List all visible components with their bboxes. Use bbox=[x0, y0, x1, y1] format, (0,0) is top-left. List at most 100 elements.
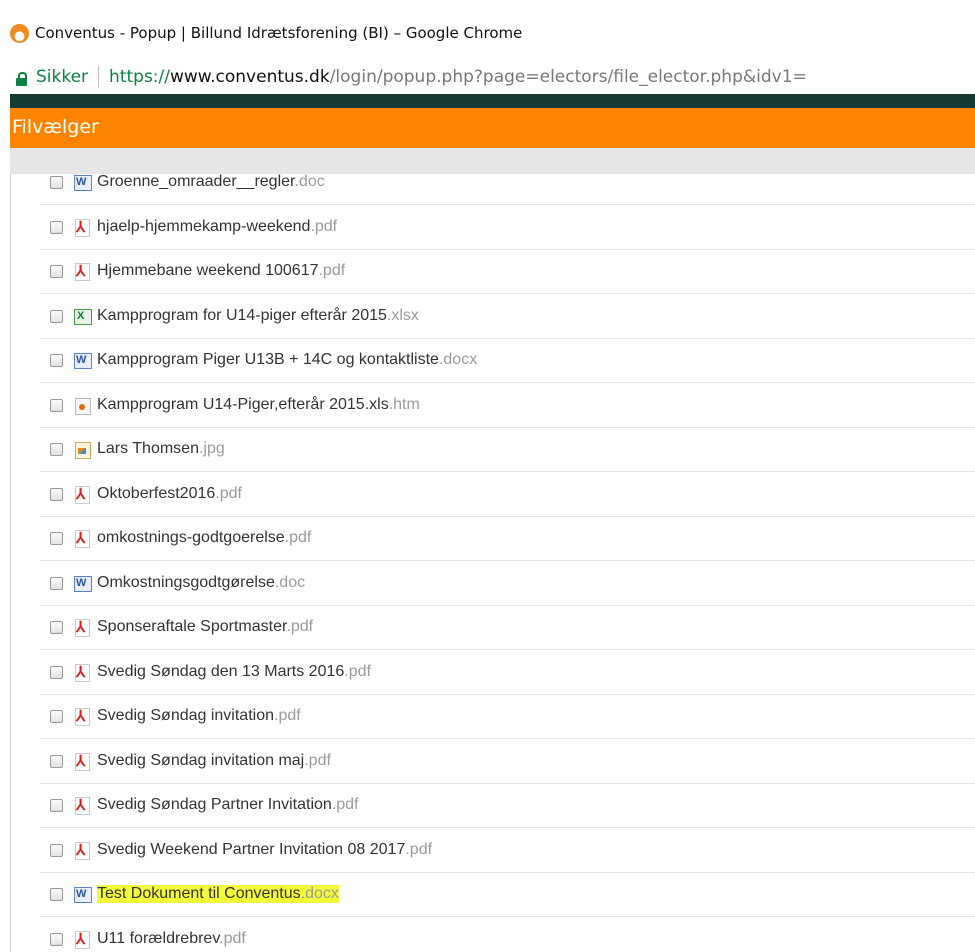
file-name[interactable]: Kampprogram for U14-piger efterår 2015 bbox=[97, 307, 387, 324]
file-label[interactable]: Lars Thomsen.jpg bbox=[97, 440, 225, 458]
file-label[interactable]: Kampprogram Piger U13B + 14C og kontaktl… bbox=[97, 351, 477, 369]
file-extension[interactable]: .doc bbox=[294, 174, 324, 190]
file-extension[interactable]: .pdf bbox=[405, 841, 432, 858]
file-checkbox[interactable] bbox=[50, 487, 63, 501]
file-label[interactable]: Groenne_omraader__regler.doc bbox=[97, 174, 325, 191]
file-row[interactable]: Svedig Søndag invitation maj.pdf bbox=[40, 739, 975, 784]
file-label[interactable]: Svedig Søndag den 13 Marts 2016.pdf bbox=[97, 663, 371, 681]
file-checkbox[interactable] bbox=[50, 353, 63, 367]
file-row[interactable]: Oktoberfest2016.pdf bbox=[40, 472, 975, 517]
file-label[interactable]: omkostnings-godtgoerelse.pdf bbox=[97, 529, 311, 547]
file-checkbox[interactable] bbox=[50, 175, 63, 189]
file-row[interactable]: Kampprogram for U14-piger efterår 2015.x… bbox=[40, 294, 975, 339]
file-extension[interactable]: .pdf bbox=[215, 485, 242, 502]
file-checkbox[interactable] bbox=[50, 843, 63, 857]
file-label[interactable]: Svedig Weekend Partner Invitation 08 201… bbox=[97, 841, 432, 859]
file-name[interactable]: hjaelp-hjemmekamp-weekend bbox=[97, 218, 310, 235]
file-checkbox[interactable] bbox=[50, 264, 63, 278]
file-name[interactable]: Lars Thomsen bbox=[97, 440, 199, 457]
file-list[interactable]: Groenne_omraader__regler.dochjaelp-hjemm… bbox=[10, 174, 975, 952]
file-checkbox[interactable] bbox=[50, 620, 63, 634]
conventus-logo-icon bbox=[10, 23, 29, 43]
file-name[interactable]: Oktoberfest2016 bbox=[97, 485, 215, 502]
file-extension[interactable]: .pdf bbox=[304, 752, 331, 769]
file-extension[interactable]: .pdf bbox=[286, 618, 313, 635]
file-checkbox[interactable] bbox=[50, 709, 63, 723]
file-name[interactable]: Svedig Søndag Partner Invitation bbox=[97, 796, 332, 813]
file-name[interactable]: Svedig Søndag den 13 Marts 2016 bbox=[97, 663, 344, 680]
file-name[interactable]: Svedig Weekend Partner Invitation 08 201… bbox=[97, 841, 405, 858]
file-name[interactable]: U11 forældrebrev bbox=[97, 930, 219, 947]
file-row[interactable]: Svedig Weekend Partner Invitation 08 201… bbox=[40, 828, 975, 873]
file-row[interactable]: Svedig Søndag Partner Invitation.pdf bbox=[40, 783, 975, 828]
file-checkbox[interactable] bbox=[50, 798, 63, 812]
file-extension[interactable]: .jpg bbox=[199, 440, 225, 457]
file-checkbox[interactable] bbox=[50, 576, 63, 590]
file-label[interactable]: Svedig Søndag invitation maj.pdf bbox=[97, 752, 331, 770]
file-extension[interactable]: .doc bbox=[275, 574, 305, 591]
file-name[interactable]: Svedig Søndag invitation bbox=[97, 707, 274, 724]
file-label[interactable]: Kampprogram for U14-piger efterår 2015.x… bbox=[97, 307, 419, 325]
file-extension[interactable]: .xlsx bbox=[387, 307, 419, 324]
file-name[interactable]: Kampprogram U14-Piger,efterår 2015.xls bbox=[97, 396, 389, 413]
pdf-icon bbox=[73, 262, 91, 281]
file-row[interactable]: U11 forældrebrev.pdf bbox=[40, 917, 975, 952]
file-extension[interactable]: .pdf bbox=[344, 663, 371, 680]
file-name[interactable]: Omkostningsgodtgørelse bbox=[97, 574, 275, 591]
file-row[interactable]: Omkostningsgodtgørelse.doc bbox=[40, 561, 975, 606]
file-checkbox[interactable] bbox=[50, 531, 63, 545]
file-name[interactable]: omkostnings-godtgoerelse bbox=[97, 529, 285, 546]
file-row[interactable]: Sponseraftale Sportmaster.pdf bbox=[40, 605, 975, 650]
file-label[interactable]: Hjemmebane weekend 100617.pdf bbox=[97, 262, 345, 280]
file-label[interactable]: hjaelp-hjemmekamp-weekend.pdf bbox=[97, 218, 337, 236]
file-extension[interactable]: .htm bbox=[389, 396, 420, 413]
file-row[interactable]: Lars Thomsen.jpg bbox=[40, 427, 975, 472]
left-margin bbox=[0, 94, 10, 952]
file-name[interactable]: Hjemmebane weekend 100617 bbox=[97, 262, 318, 279]
lock-icon[interactable] bbox=[16, 71, 28, 86]
html-file-icon bbox=[73, 396, 91, 415]
url-text[interactable]: https://www.conventus.dk/login/popup.php… bbox=[109, 67, 807, 87]
file-checkbox[interactable] bbox=[50, 932, 63, 946]
file-extension[interactable]: .pdf bbox=[274, 707, 301, 724]
word-doc-icon bbox=[73, 574, 92, 592]
file-extension[interactable]: .pdf bbox=[332, 796, 359, 813]
file-name[interactable]: Kampprogram Piger U13B + 14C og kontaktl… bbox=[97, 351, 439, 368]
file-checkbox[interactable] bbox=[50, 442, 63, 456]
security-label[interactable]: Sikker bbox=[36, 67, 88, 87]
file-label[interactable]: Sponseraftale Sportmaster.pdf bbox=[97, 618, 313, 636]
file-row[interactable]: Hjemmebane weekend 100617.pdf bbox=[40, 249, 975, 294]
file-row[interactable]: hjaelp-hjemmekamp-weekend.pdf bbox=[40, 205, 975, 250]
file-label[interactable]: Omkostningsgodtgørelse.doc bbox=[97, 574, 305, 592]
file-name[interactable]: Svedig Søndag invitation maj bbox=[97, 752, 304, 769]
file-checkbox[interactable] bbox=[50, 887, 63, 901]
file-label[interactable]: U11 forældrebrev.pdf bbox=[97, 930, 246, 948]
file-extension[interactable]: .pdf bbox=[285, 529, 312, 546]
file-row[interactable]: Svedig Søndag den 13 Marts 2016.pdf bbox=[40, 650, 975, 695]
file-extension[interactable]: .docx bbox=[301, 885, 339, 902]
address-bar[interactable]: Sikker https://www.conventus.dk/login/po… bbox=[0, 60, 975, 94]
file-name[interactable]: Groenne_omraader__regler bbox=[97, 174, 294, 190]
file-row[interactable]: omkostnings-godtgoerelse.pdf bbox=[40, 516, 975, 561]
file-label[interactable]: Svedig Søndag invitation.pdf bbox=[97, 707, 301, 725]
file-checkbox[interactable] bbox=[50, 398, 63, 412]
file-row[interactable]: Kampprogram U14-Piger,efterår 2015.xls.h… bbox=[40, 383, 975, 428]
file-checkbox[interactable] bbox=[50, 220, 63, 234]
file-row[interactable]: Svedig Søndag invitation.pdf bbox=[40, 694, 975, 739]
file-checkbox[interactable] bbox=[50, 309, 63, 323]
file-label[interactable]: Kampprogram U14-Piger,efterår 2015.xls.h… bbox=[97, 396, 420, 414]
file-row[interactable]: Groenne_omraader__regler.doc bbox=[40, 174, 975, 205]
file-row[interactable]: Test Dokument til Conventus.docx bbox=[40, 872, 975, 917]
file-extension[interactable]: .pdf bbox=[318, 262, 345, 279]
file-name[interactable]: Test Dokument til Conventus bbox=[97, 885, 301, 902]
file-name[interactable]: Sponseraftale Sportmaster bbox=[97, 618, 286, 635]
file-label[interactable]: Svedig Søndag Partner Invitation.pdf bbox=[97, 796, 359, 814]
file-row[interactable]: Kampprogram Piger U13B + 14C og kontaktl… bbox=[40, 338, 975, 383]
file-extension[interactable]: .pdf bbox=[219, 930, 246, 947]
file-extension[interactable]: .docx bbox=[439, 351, 477, 368]
file-extension[interactable]: .pdf bbox=[310, 218, 337, 235]
file-label[interactable]: Test Dokument til Conventus.docx bbox=[97, 885, 339, 903]
file-label[interactable]: Oktoberfest2016.pdf bbox=[97, 485, 242, 503]
file-checkbox[interactable] bbox=[50, 665, 63, 679]
file-checkbox[interactable] bbox=[50, 754, 63, 768]
